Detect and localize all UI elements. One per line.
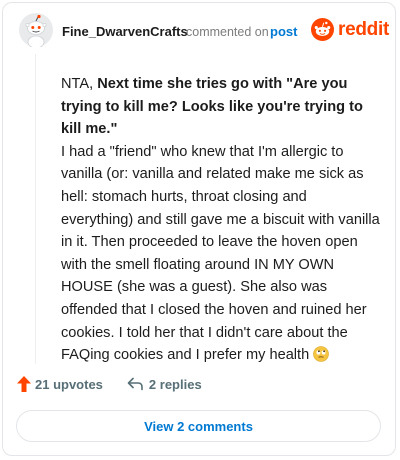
- reddit-wordmark: reddit: [338, 18, 389, 40]
- reddit-snoo-icon: [311, 18, 334, 41]
- upvote-arrow-icon: [17, 376, 31, 392]
- comment-intro: NTA, Next time she tries go with "Are yo…: [61, 73, 381, 141]
- comment-actions: 21 upvotes 2 replies: [17, 376, 202, 392]
- post-link[interactable]: post: [270, 24, 297, 39]
- comment-text: I had a "friend" who knew that I'm aller…: [61, 143, 380, 364]
- comment-bold-quote: Next time she tries go with "Are you try…: [61, 76, 363, 138]
- upvote-count: 21 upvotes: [35, 376, 103, 392]
- comment-author[interactable]: Fine_DwarvenCrafts: [62, 24, 188, 39]
- reply-button[interactable]: 2 replies: [127, 377, 202, 392]
- reply-arrow-icon: [127, 377, 143, 391]
- reddit-logo[interactable]: reddit: [311, 18, 389, 41]
- reply-count: 2 replies: [148, 376, 202, 392]
- comment-paragraph: I had a "friend" who knew that I'm aller…: [61, 141, 381, 367]
- avatar[interactable]: [19, 13, 53, 49]
- rolling-eyes-emoji-icon: [313, 346, 330, 362]
- view-comments-button[interactable]: View 2 comments: [16, 410, 381, 442]
- comment-body: NTA, Next time she tries go with "Are yo…: [61, 73, 381, 367]
- upvote-button[interactable]: 21 upvotes: [17, 376, 103, 392]
- commented-on-label: commented on: [186, 25, 269, 39]
- comment-prefix: NTA,: [61, 76, 98, 92]
- thread-line[interactable]: [35, 54, 36, 364]
